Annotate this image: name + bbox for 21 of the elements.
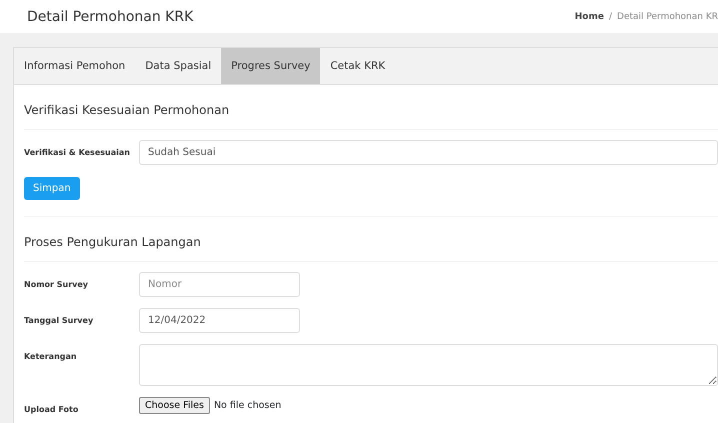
tab[interactable]: Data Spasial <box>135 48 222 84</box>
field-label: Tanggal Survey <box>24 315 94 325</box>
field-label: Nomor Survey <box>24 279 90 289</box>
field-label: Keterangan <box>24 351 78 361</box>
breadcrumb-separator: / <box>608 12 612 22</box>
file-status: No file chosen <box>214 399 282 411</box>
choose-files-button[interactable]: Choose Files <box>139 397 210 414</box>
text-field[interactable]: Nomor <box>139 272 300 297</box>
section-title: Proses Pengukuran Lapangan <box>24 235 718 262</box>
textarea-field[interactable] <box>139 344 718 386</box>
text-field[interactable]: Sudah Sesuai <box>139 140 718 165</box>
tab[interactable]: Informasi Pemohon <box>14 48 136 84</box>
breadcrumb-item[interactable]: Home <box>574 12 604 22</box>
tab[interactable]: Progres Survey <box>221 48 320 84</box>
field-label: Upload Foto <box>24 404 80 414</box>
page-title: Detail Permohonan KRK <box>27 8 194 24</box>
field-label: Verifikasi & Kesesuaian <box>24 147 131 157</box>
tab[interactable]: Cetak KRK <box>320 48 396 84</box>
breadcrumb-item: Detail Permohonan KR <box>617 12 718 22</box>
text-field[interactable]: 12/04/2022 <box>139 308 300 333</box>
section-title: Verifikasi Kesesuaian Permohonan <box>24 103 718 130</box>
